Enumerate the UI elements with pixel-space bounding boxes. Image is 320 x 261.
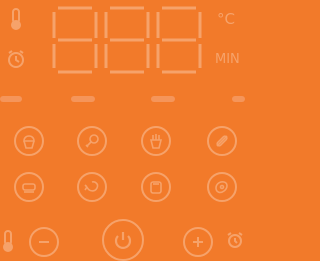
alarm-clock-indicator-icon — [6, 49, 26, 69]
thermometer-icon[interactable] — [2, 230, 14, 252]
drumstick-icon — [85, 134, 99, 148]
power-icon — [114, 232, 132, 249]
minus-button[interactable] — [29, 227, 59, 257]
sausage-preset-button[interactable] — [207, 126, 237, 156]
cupcake-icon — [23, 135, 35, 149]
shrimp-icon — [84, 181, 99, 192]
thermometer-indicator-icon — [9, 8, 23, 30]
power-button[interactable] — [102, 219, 144, 261]
seven-segment-display — [50, 4, 208, 76]
plus-icon — [193, 237, 203, 247]
temperature-unit: °C — [217, 10, 235, 28]
cupcake-preset-button[interactable] — [14, 126, 44, 156]
digit-3 — [156, 6, 202, 74]
dish-icon — [22, 183, 36, 193]
sausage-icon — [216, 135, 228, 147]
fries-preset-button[interactable] — [141, 126, 171, 156]
time-unit: MIN — [215, 52, 240, 67]
mode-indicator-2 — [71, 96, 95, 102]
shrimp-preset-button[interactable] — [77, 172, 107, 202]
minus-icon — [39, 241, 49, 243]
drumstick-preset-button[interactable] — [77, 126, 107, 156]
mode-indicator-3 — [151, 96, 175, 102]
alarm-clock-icon[interactable] — [226, 230, 244, 250]
steak-preset-button[interactable] — [207, 172, 237, 202]
steak-icon — [215, 181, 228, 194]
air-fryer-control-panel: °C MIN — [0, 0, 245, 261]
toast-icon — [150, 181, 162, 194]
mode-indicator-1 — [0, 96, 22, 102]
plus-button[interactable] — [183, 227, 213, 257]
toast-preset-button[interactable] — [141, 172, 171, 202]
dish-preset-button[interactable] — [14, 172, 44, 202]
digit-2 — [104, 6, 150, 74]
fries-icon — [149, 134, 163, 149]
mode-indicator-4 — [232, 96, 245, 102]
digit-1 — [52, 6, 98, 74]
